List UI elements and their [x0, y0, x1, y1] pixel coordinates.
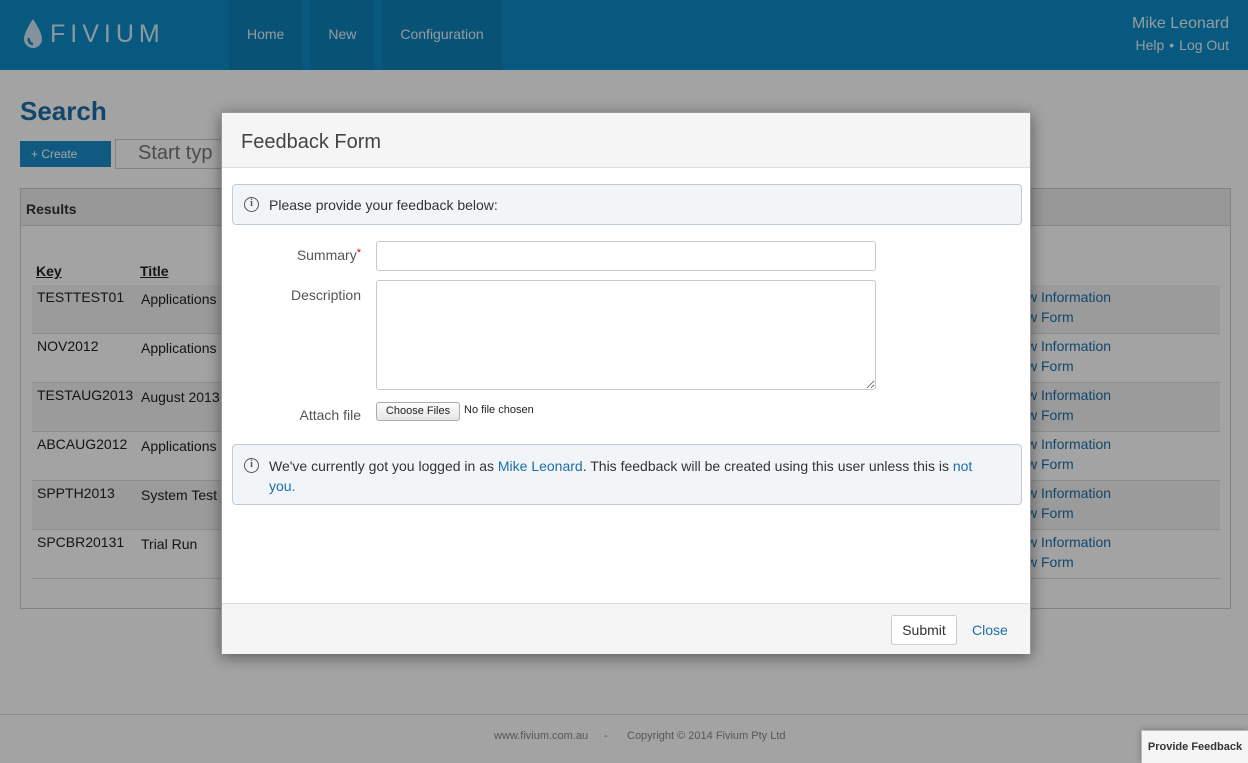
choose-files-button[interactable]: Choose Files	[376, 402, 460, 421]
description-label: Description	[290, 287, 361, 303]
modal-footer: Submit Close	[222, 603, 1030, 654]
provide-feedback-tab[interactable]: Provide Feedback	[1141, 730, 1248, 763]
submit-button[interactable]: Submit	[891, 615, 957, 645]
login-notice-box: i We've currently got you logged in as M…	[232, 444, 1022, 505]
no-file-status: No file chosen	[464, 404, 534, 416]
notice-middle: . This feedback will be created using th…	[582, 458, 953, 474]
info-icon: i	[244, 458, 259, 473]
summary-label-text: Summary	[296, 247, 357, 263]
summary-input[interactable]	[376, 241, 876, 271]
info-icon: i	[244, 197, 259, 212]
modal-header: Feedback Form	[222, 113, 1030, 168]
required-marker: *	[356, 247, 361, 259]
modal-title: Feedback Form	[241, 131, 382, 153]
feedback-modal: Feedback Form i Please provide your feed…	[221, 112, 1031, 654]
close-link[interactable]: Close	[972, 622, 1008, 638]
description-textarea[interactable]	[376, 280, 876, 390]
summary-label: Summary*	[241, 247, 361, 263]
attach-file-label: Attach file	[299, 407, 361, 423]
notice-prefix: We've currently got you logged in as	[269, 458, 498, 474]
intro-info-box: i Please provide your feedback below:	[232, 184, 1022, 225]
logged-in-user-link[interactable]: Mike Leonard	[498, 458, 583, 474]
intro-text: Please provide your feedback below:	[269, 197, 498, 213]
